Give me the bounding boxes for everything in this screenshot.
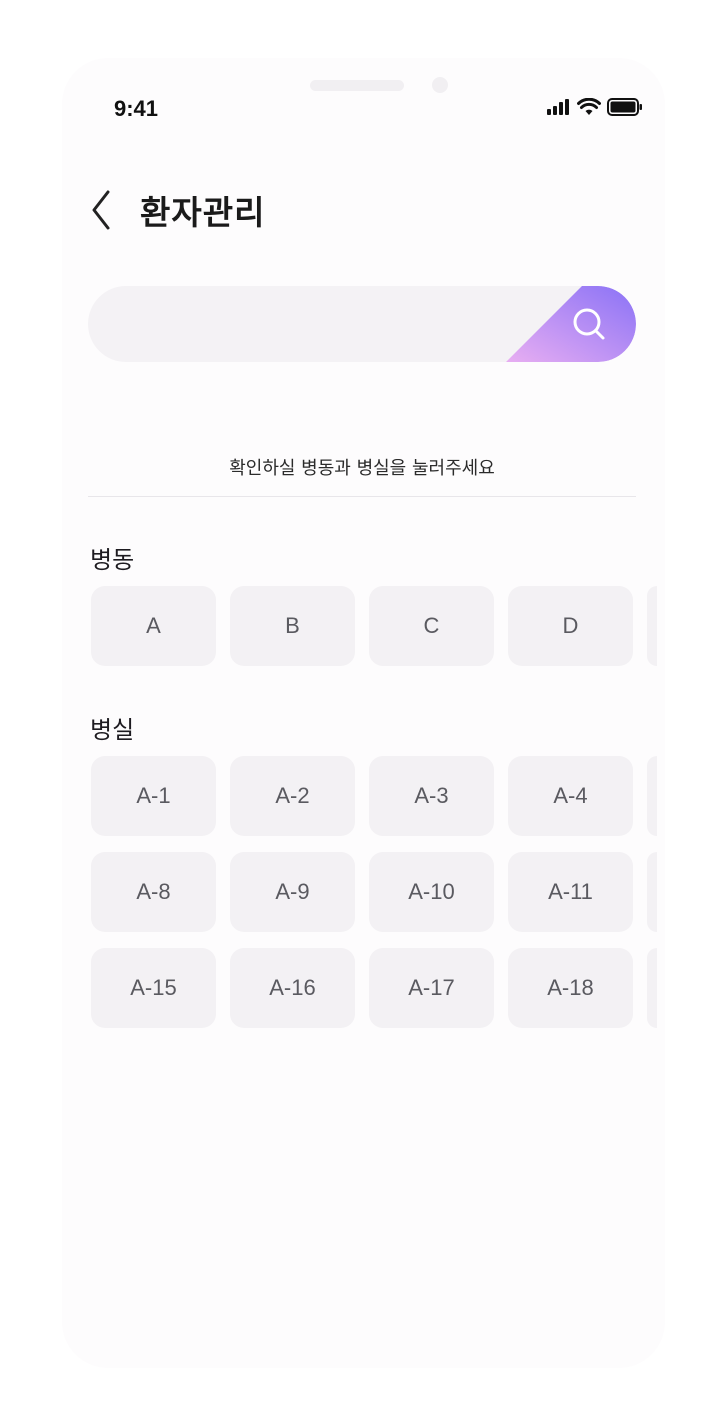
room-chip[interactable]: A-8 <box>91 852 216 932</box>
search-input[interactable] <box>118 286 498 362</box>
room-chip[interactable]: A-1 <box>91 756 216 836</box>
ward-chip[interactable]: D <box>508 586 633 666</box>
speaker-notch <box>310 80 404 91</box>
room-section-label: 병실 <box>90 716 135 744</box>
page-title: 환자관리 <box>140 193 266 232</box>
room-row: A-1 A-2 A-3 A-4 <box>91 756 657 836</box>
ward-section-label: 병동 <box>90 546 135 574</box>
room-chip[interactable]: A-18 <box>508 948 633 1028</box>
ward-chip-overflow[interactable] <box>647 586 657 666</box>
room-row: A-8 A-9 A-10 A-11 <box>91 852 657 932</box>
ward-row: A B C D <box>91 586 657 666</box>
room-chip[interactable]: A-17 <box>369 948 494 1028</box>
room-chip[interactable]: A-11 <box>508 852 633 932</box>
search-bar <box>88 286 636 362</box>
phone-screen: 9:41 환자관리 확인하실 병동과 병실을 눌러주세요 병동 A B C D … <box>62 58 665 1368</box>
room-chip[interactable]: A-15 <box>91 948 216 1028</box>
back-button[interactable] <box>86 187 116 233</box>
room-chip[interactable]: A-9 <box>230 852 355 932</box>
status-icons <box>547 97 643 120</box>
room-chip[interactable]: A-3 <box>369 756 494 836</box>
room-row: A-15 A-16 A-17 A-18 <box>91 948 657 1028</box>
camera-dot <box>432 77 448 93</box>
room-chip-overflow[interactable] <box>647 948 657 1028</box>
room-chip[interactable]: A-2 <box>230 756 355 836</box>
room-chip[interactable]: A-16 <box>230 948 355 1028</box>
status-time: 9:41 <box>114 96 159 121</box>
ward-chip[interactable]: B <box>230 586 355 666</box>
divider <box>88 496 636 497</box>
room-chip[interactable]: A-10 <box>369 852 494 932</box>
page-header: 환자관리 <box>86 186 265 234</box>
ward-chip[interactable]: A <box>91 586 216 666</box>
ward-chip[interactable]: C <box>369 586 494 666</box>
room-chip-overflow[interactable] <box>647 852 657 932</box>
back-chevron-icon <box>92 190 110 230</box>
wifi-icon <box>577 97 601 120</box>
room-chip[interactable]: A-4 <box>508 756 633 836</box>
battery-icon <box>607 98 643 120</box>
cellular-signal-icon <box>547 99 571 119</box>
instruction-text: 확인하실 병동과 병실을 눌러주세요 <box>229 458 495 479</box>
search-button[interactable] <box>506 286 636 362</box>
room-chip-overflow[interactable] <box>647 756 657 836</box>
